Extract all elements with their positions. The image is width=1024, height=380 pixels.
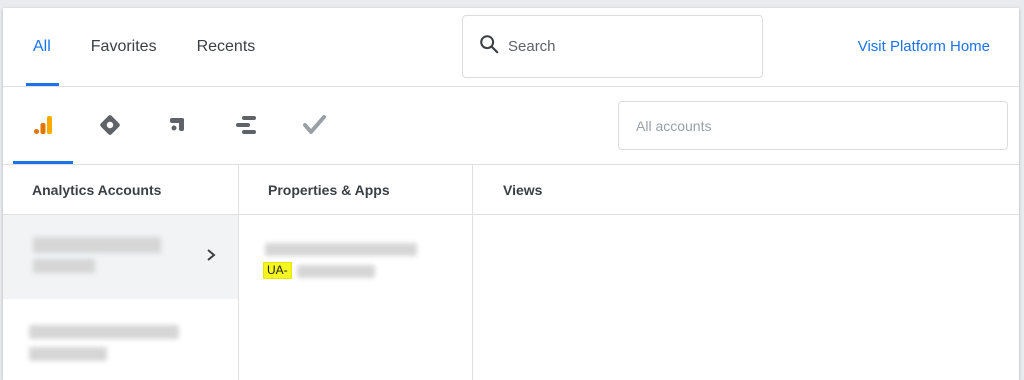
- tab-bar: All Favorites Recents: [3, 8, 255, 86]
- accounts-filter-input[interactable]: [636, 117, 976, 134]
- redacted-account-name: [29, 325, 179, 339]
- chevron-right-icon: [207, 249, 216, 261]
- redacted-account-id: [29, 347, 107, 361]
- account-item[interactable]: [3, 299, 238, 380]
- views-column-header: Views: [503, 181, 543, 198]
- optimize-icon[interactable]: [163, 110, 193, 140]
- product-switcher: [3, 86, 1019, 164]
- tab-favorites[interactable]: Favorites: [91, 8, 157, 86]
- search-box[interactable]: [462, 15, 763, 78]
- redacted-account-id: [33, 259, 95, 273]
- redacted-property-name: [265, 243, 417, 256]
- search-icon: [478, 33, 500, 60]
- redacted-account-name: [33, 237, 161, 253]
- visit-platform-home-link[interactable]: Visit Platform Home: [858, 38, 990, 55]
- accounts-filter-box[interactable]: [618, 101, 1008, 150]
- property-item[interactable]: UA-: [239, 215, 472, 285]
- property-id-prefix: UA-: [263, 262, 292, 279]
- account-picker-panel: All Favorites Recents Visit Platform Hom…: [3, 8, 1019, 380]
- tab-recents[interactable]: Recents: [197, 8, 256, 86]
- search-input[interactable]: [508, 38, 748, 55]
- data-studio-icon[interactable]: [231, 110, 261, 140]
- tag-manager-icon[interactable]: [95, 110, 125, 140]
- properties-column-header: Properties & Apps: [268, 181, 390, 198]
- tab-all[interactable]: All: [33, 8, 51, 86]
- surveys-icon[interactable]: [299, 110, 329, 140]
- accounts-column-header: Analytics Accounts: [32, 181, 162, 198]
- column-divider: [472, 164, 473, 380]
- account-item-selected[interactable]: [3, 215, 238, 299]
- analytics-icon[interactable]: [28, 110, 58, 140]
- redacted-property-id: [297, 265, 375, 278]
